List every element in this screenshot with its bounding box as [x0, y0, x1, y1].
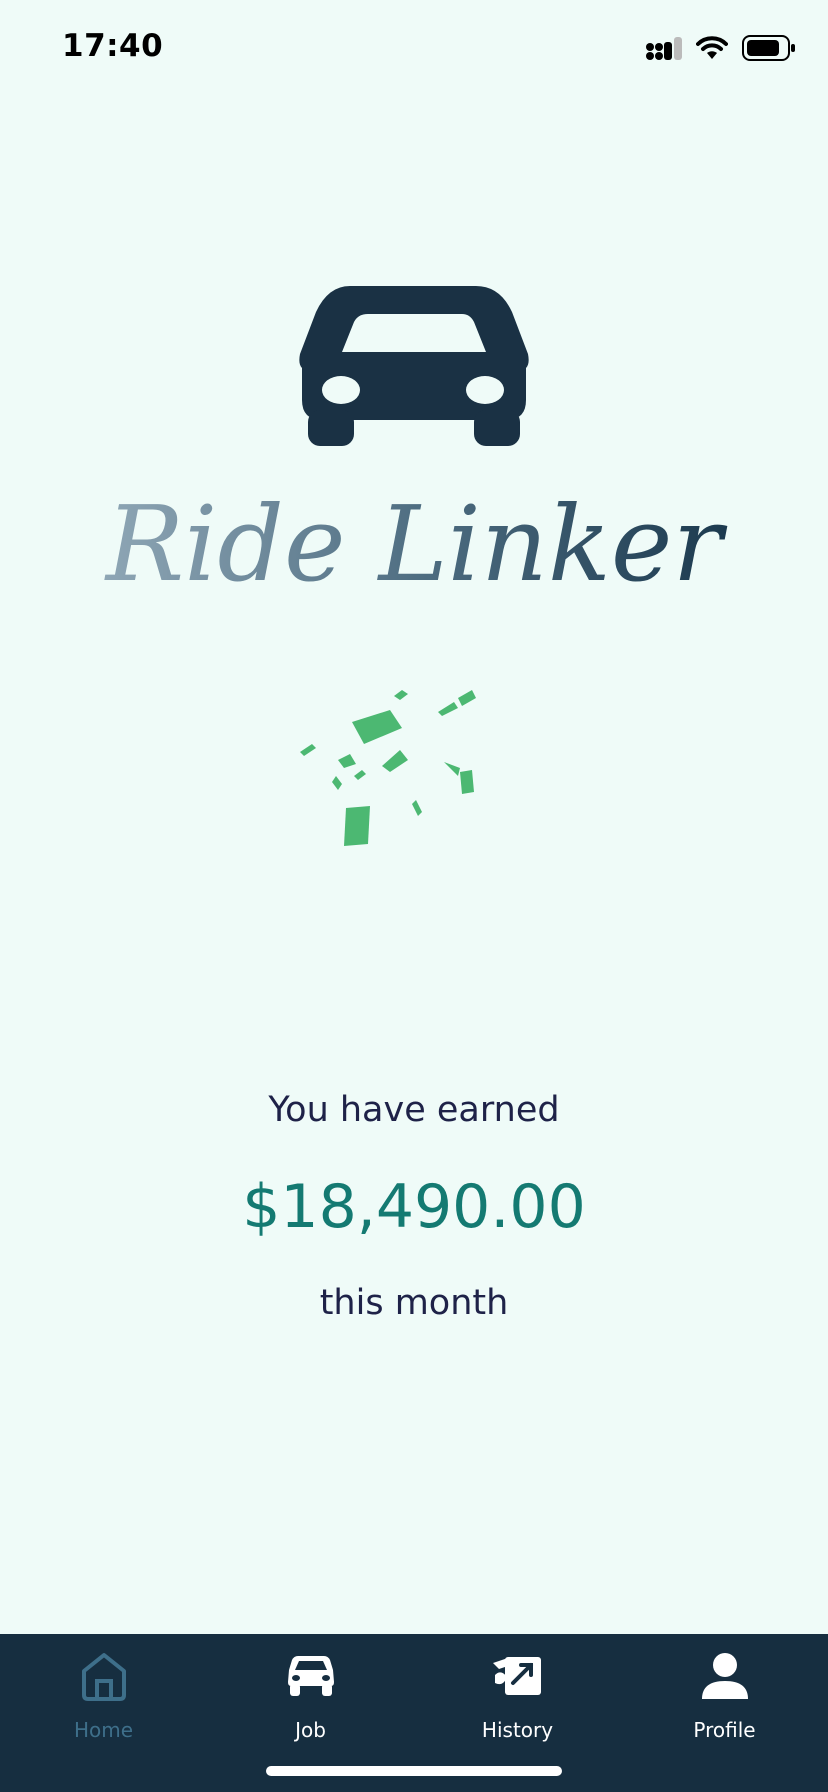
profile-icon: [695, 1646, 755, 1706]
car-icon: [281, 1646, 341, 1706]
status-icons: [646, 34, 796, 66]
logo-text: Ride Linker: [104, 483, 728, 605]
battery-icon: [742, 35, 796, 65]
tab-job-label: Job: [295, 1718, 326, 1742]
tab-profile[interactable]: Profile: [621, 1634, 828, 1792]
earned-label: You have earned: [268, 1090, 560, 1130]
earned-period: this month: [319, 1283, 509, 1323]
car-icon: [299, 286, 529, 446]
wifi-icon: [696, 36, 728, 64]
signal-icon: [646, 35, 682, 65]
home-icon: [74, 1646, 134, 1706]
status-time: 17:40: [62, 28, 164, 64]
home-indicator[interactable]: [266, 1766, 562, 1776]
earned-amount: $18,490.00: [242, 1172, 586, 1242]
app-logo: Ride Linker: [0, 270, 828, 630]
tab-home[interactable]: Home: [0, 1634, 207, 1792]
tab-history-label: History: [481, 1718, 554, 1742]
money-confetti-icon: [290, 680, 550, 860]
tab-home-label: Home: [73, 1718, 134, 1742]
status-bar: 17:40: [0, 0, 828, 100]
history-icon: [488, 1646, 548, 1706]
tab-profile-label: Profile: [693, 1718, 756, 1742]
